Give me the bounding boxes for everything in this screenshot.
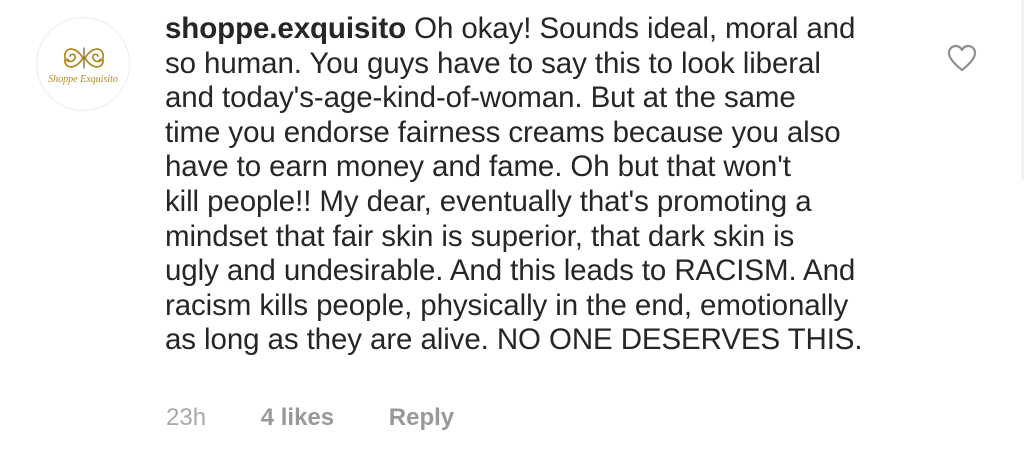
heart-outline-icon[interactable] <box>947 44 977 72</box>
comment-text: so human. You guys have to say this to l… <box>165 46 821 80</box>
comment-meta: 23h 4 likes Reply <box>166 401 454 435</box>
reply-button[interactable]: Reply <box>389 401 454 435</box>
comment-line-1: shoppe.exquisito Oh okay! Sounds ideal, … <box>165 12 925 47</box>
avatar-brand-text: Shoppe Exquisito <box>48 74 118 85</box>
comment-username[interactable]: shoppe.exquisito <box>165 12 406 45</box>
shoppe-logo-icon <box>63 47 105 69</box>
comment-text: kill people!! My dear, eventually that's… <box>165 184 812 218</box>
comment-text: mindset that fair skin is superior, that… <box>165 219 795 253</box>
comment-text: ugly and undesirable. And this leads to … <box>165 254 856 288</box>
comment-text: racism kills people, physically in the e… <box>165 288 849 322</box>
comment-timestamp: 23h <box>166 404 207 431</box>
comment-text: time you endorse fairness creams because… <box>165 115 841 149</box>
comment-item: Shoppe Exquisito shoppe.exquisito Oh oka… <box>0 0 1024 455</box>
likes-count[interactable]: 4 likes <box>261 401 334 435</box>
comment-text: have to earn money and fame. Oh but that… <box>165 150 791 184</box>
comment-body: shoppe.exquisito Oh okay! Sounds ideal, … <box>165 12 925 358</box>
comment-text: as long as they are alive. NO ONE DESERV… <box>165 323 863 357</box>
comment-text: Oh okay! Sounds ideal, moral and <box>414 12 856 45</box>
comment-text: and today's-age-kind-of-woman. But at th… <box>165 81 796 115</box>
avatar[interactable]: Shoppe Exquisito <box>36 17 130 111</box>
